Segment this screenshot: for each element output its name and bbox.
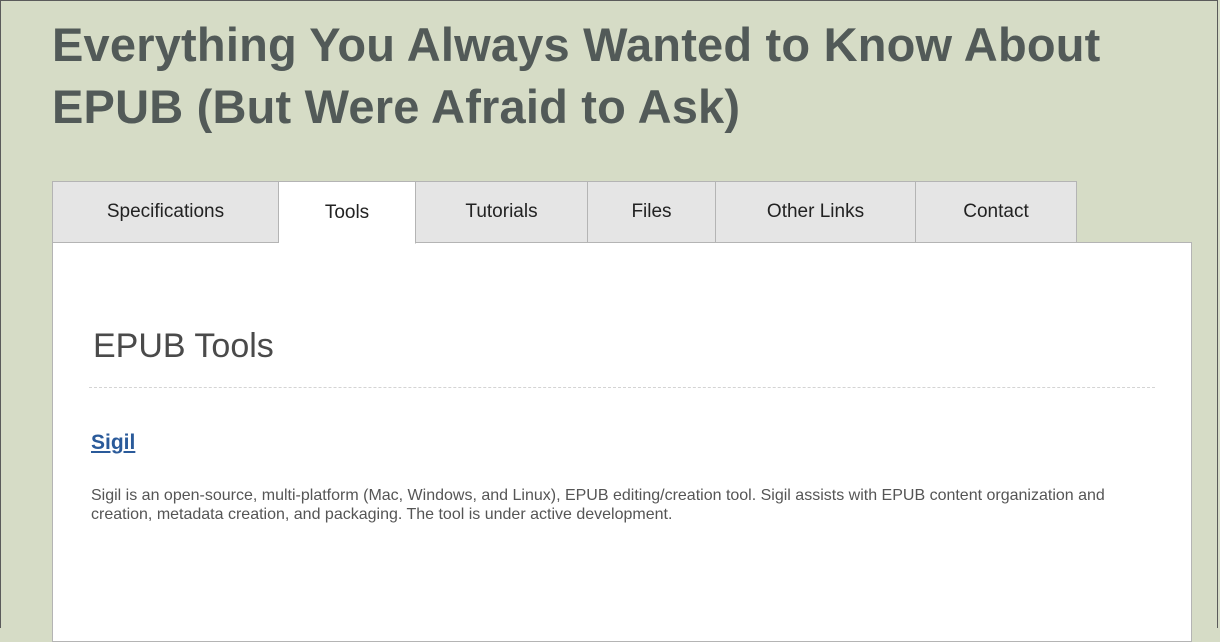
tab-files[interactable]: Files (588, 181, 716, 243)
tab-specifications[interactable]: Specifications (52, 181, 279, 243)
tab-bar: Specifications Tools Tutorials Files Oth… (52, 181, 1077, 244)
tool-description-sigil: Sigil is an open-source, multi-platform … (91, 487, 1105, 523)
tab-tutorials[interactable]: Tutorials (416, 181, 588, 243)
tools-panel: EPUB Tools Sigil Sigil is an open-source… (52, 242, 1192, 642)
tab-other-links[interactable]: Other Links (716, 181, 916, 243)
dashed-divider (89, 387, 1155, 388)
tab-contact[interactable]: Contact (916, 181, 1077, 243)
section-heading: EPUB Tools (93, 327, 274, 365)
site-title: Everything You Always Wanted to Know Abo… (52, 18, 1101, 133)
tab-tools[interactable]: Tools (279, 181, 416, 244)
tool-link-sigil[interactable]: Sigil (91, 431, 135, 455)
